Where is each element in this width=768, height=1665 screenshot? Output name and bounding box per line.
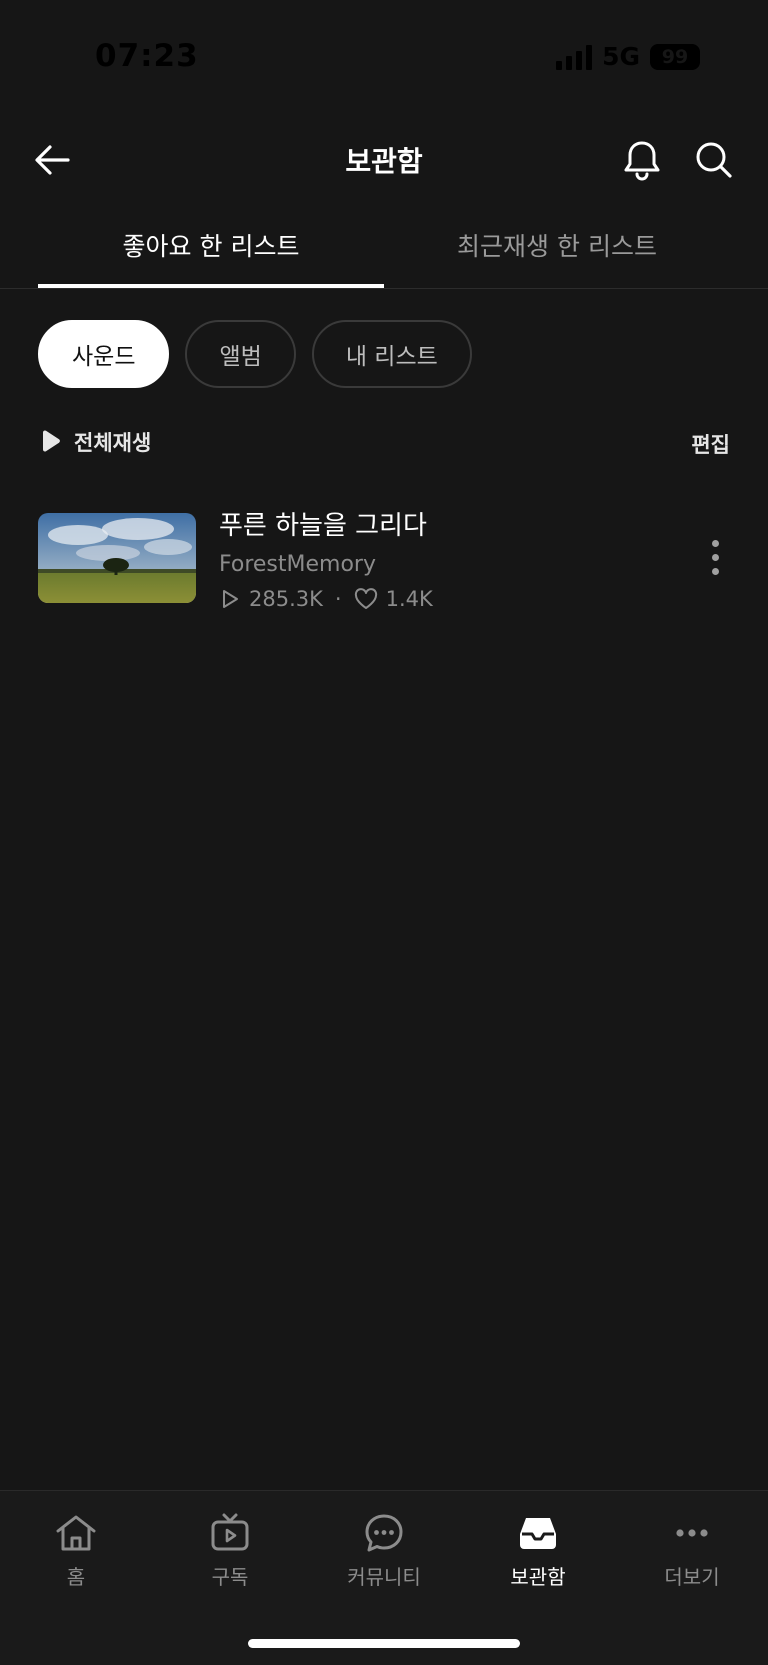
track-stats: 285.3K · 1.4K [219,587,433,611]
list-item[interactable]: 푸른 하늘을 그리다 ForestMemory 285.3K · 1.4K [38,505,730,613]
tab-bar: 좋아요 한 리스트 최근재생 한 리스트 [0,215,768,289]
search-button[interactable] [690,136,738,184]
filter-chips: 사운드 앨범 내 리스트 [38,320,472,388]
nav-subscriptions-label: 구독 [211,1565,249,1589]
status-bar: 07:23 5G 99 [0,0,768,115]
chip-my-list[interactable]: 내 리스트 [311,320,472,388]
nav-library-label: 보관함 [510,1565,566,1589]
inbox-icon [520,1518,556,1549]
track-title[interactable]: 푸른 하늘을 그리다 [219,505,433,542]
signal-icon [556,44,593,70]
status-indicators: 5G 99 [556,42,700,71]
more-dots-icon [676,1529,708,1537]
chat-bubble-icon [365,1514,403,1552]
nav-more[interactable]: 더보기 [627,1509,757,1590]
separator-dot: · [334,587,342,611]
bell-icon [624,141,660,181]
back-button[interactable] [32,138,76,182]
landscape-thumbnail-image [38,513,196,603]
nav-subscriptions[interactable]: 구독 [165,1509,295,1590]
nav-community-label: 커뮤니티 [347,1565,421,1589]
play-all-button[interactable]: 전체재생 [38,427,151,457]
home-indicator[interactable] [248,1639,520,1648]
nav-community[interactable]: 커뮤니티 [319,1509,449,1590]
tab-liked-list[interactable]: 좋아요 한 리스트 [38,227,384,263]
header: 보관함 [0,120,768,200]
nav-home[interactable]: 홈 [11,1509,141,1590]
edit-button[interactable]: 편집 [691,429,730,459]
heart-icon [354,588,377,609]
play-count: 285.3K [249,587,323,611]
home-icon [56,1515,96,1551]
chip-sound[interactable]: 사운드 [38,320,170,388]
like-count: 1.4K [385,587,433,611]
nav-more-label: 더보기 [664,1565,720,1589]
arrow-left-icon [35,145,70,175]
tab-recent-list[interactable]: 최근재생 한 리스트 [384,227,730,263]
track-artist[interactable]: ForestMemory [219,552,433,577]
notification-button[interactable] [618,136,666,184]
status-time: 07:23 [95,38,199,74]
kebab-icon [711,539,719,547]
nav-library[interactable]: 보관함 [473,1509,603,1590]
list-actions: 전체재생 편집 [38,425,730,465]
nav-home-label: 홈 [66,1565,86,1589]
network-type: 5G [602,42,640,71]
tv-icon [211,1513,249,1551]
battery-icon: 99 [650,43,700,70]
chip-album[interactable]: 앨범 [185,320,296,388]
search-icon [696,142,732,178]
track-thumbnail[interactable] [38,513,196,603]
more-options-button[interactable] [700,535,730,579]
play-all-label: 전체재생 [74,431,152,455]
play-count-icon [223,590,238,608]
play-icon [43,430,60,452]
track-info: 푸른 하늘을 그리다 ForestMemory 285.3K · 1.4K [219,505,433,611]
tab-active-indicator [38,284,384,288]
